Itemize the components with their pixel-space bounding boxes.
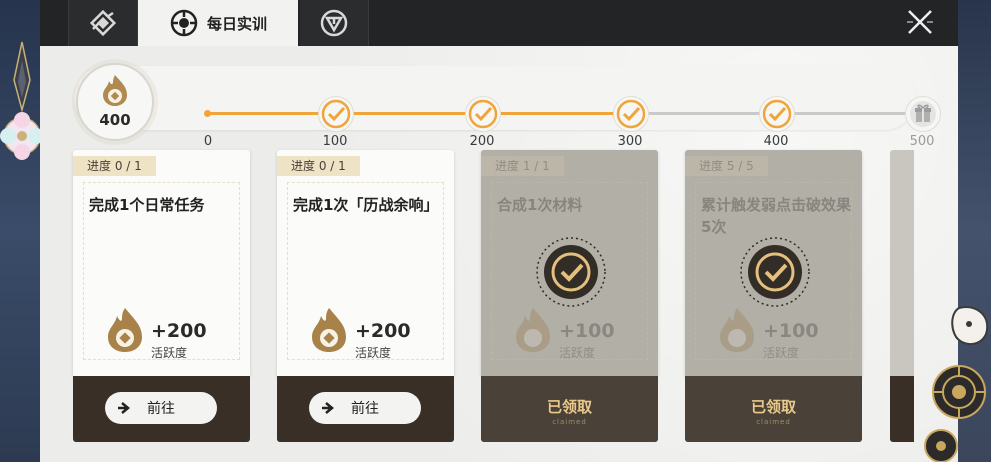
task-title: 合成1次材料 — [497, 196, 583, 214]
task-card-3: 进度 1 / 1 合成1次材料 +100 活跃度 已领取 claimed — [481, 150, 658, 442]
task-card-body: 进度 0 / 1 完成1次「历战余响」 +200 活跃度 — [277, 150, 454, 376]
triangle-emblem-icon — [320, 9, 348, 37]
activity-points-value: 400 — [99, 111, 131, 129]
flame-coin-icon — [108, 308, 142, 352]
reward-amount: +100 — [763, 320, 819, 342]
reward-amount: +200 — [355, 320, 411, 342]
activity-points-badge: 400 — [76, 63, 154, 141]
task-title: 完成1个日常任务 — [89, 196, 205, 214]
gift-icon — [910, 101, 936, 127]
task-card-2: 进度 0 / 1 完成1次「历战余响」 +200 活跃度 前往 — [277, 150, 454, 442]
task-progress-tag: 进度 1 / 1 — [481, 156, 564, 176]
milestone-label-0: 0 — [203, 134, 213, 149]
milestone-label-100: 100 — [322, 134, 348, 149]
flame-coin-icon — [103, 75, 127, 106]
reward-label: 活跃度 — [559, 346, 596, 360]
task-progress-tag: 进度 0 / 1 — [277, 156, 360, 176]
task-title: 累计触发弱点击破效果5次 — [701, 196, 852, 236]
tab-daily-training-label: 每日实训 — [206, 14, 267, 33]
task-card-4: 进度 5 / 5 累计触发弱点击破效果5次 +100 活跃度 已领取 claim… — [685, 150, 862, 442]
milestone-400 — [759, 96, 795, 132]
claimed-sublabel: claimed — [552, 418, 587, 426]
check-circle-icon — [321, 99, 351, 129]
milestone-100 — [318, 96, 354, 132]
milestone-label-300: 300 — [617, 134, 643, 149]
flame-coin-icon — [720, 308, 754, 352]
goto-button[interactable]: 前往 — [309, 392, 421, 424]
claimed-check-icon — [740, 237, 810, 307]
goto-button-label: 前往 — [147, 401, 175, 417]
goto-button-label: 前往 — [351, 401, 379, 417]
flame-coin-icon — [516, 308, 550, 352]
sun-emblem-icon — [170, 9, 198, 37]
flame-coin-icon — [312, 308, 346, 352]
tab-challenge[interactable] — [300, 0, 369, 46]
arrow-right-icon — [322, 402, 334, 414]
milestone-label-200: 200 — [469, 134, 495, 149]
goto-button[interactable]: 前往 — [105, 392, 217, 424]
task-card-5-partial[interactable] — [890, 150, 914, 442]
tab-synthesis[interactable] — [68, 0, 138, 46]
claimed-label: 已领取 — [750, 398, 796, 416]
reward-amount: +100 — [559, 320, 615, 342]
reward-label: 活跃度 — [355, 346, 392, 360]
task-card-body: 进度 0 / 1 完成1个日常任务 +200 活跃度 — [73, 150, 250, 376]
milestone-label-400: 400 — [763, 134, 789, 149]
activity-track: 0 100 200 300 400 500 — [74, 66, 941, 149]
check-circle-icon — [616, 99, 646, 129]
claimed-check-icon — [536, 237, 606, 307]
check-circle-icon — [762, 99, 792, 129]
tab-daily-training[interactable]: 每日实训 — [138, 0, 298, 46]
milestone-200 — [465, 96, 501, 132]
task-title: 完成1次「历战余响」 — [293, 196, 439, 214]
task-card-1: 进度 0 / 1 完成1个日常任务 +200 活跃度 前往 — [73, 150, 250, 442]
top-bar: 每日实训 — [40, 0, 958, 46]
task-progress-tag: 进度 5 / 5 — [685, 156, 768, 176]
reward-label: 活跃度 — [763, 346, 800, 360]
ornament-right-icon — [924, 306, 989, 462]
task-progress-tag: 进度 0 / 1 — [73, 156, 156, 176]
claimed-sublabel: claimed — [756, 418, 791, 426]
diamond-knot-icon — [89, 9, 117, 37]
milestone-300 — [613, 96, 649, 132]
close-icon[interactable] — [904, 6, 936, 38]
arrow-right-icon — [118, 402, 130, 414]
check-circle-icon — [468, 99, 498, 129]
milestone-500[interactable] — [905, 96, 941, 132]
main-panel: 0 100 200 300 400 500 400 进度 0 / 1 完成1个日… — [40, 46, 958, 462]
claimed-label: 已领取 — [546, 398, 592, 416]
milestone-label-500: 500 — [909, 134, 935, 149]
track-progress-fill — [207, 112, 637, 115]
reward-label: 活跃度 — [151, 346, 188, 360]
reward-amount: +200 — [151, 320, 207, 342]
